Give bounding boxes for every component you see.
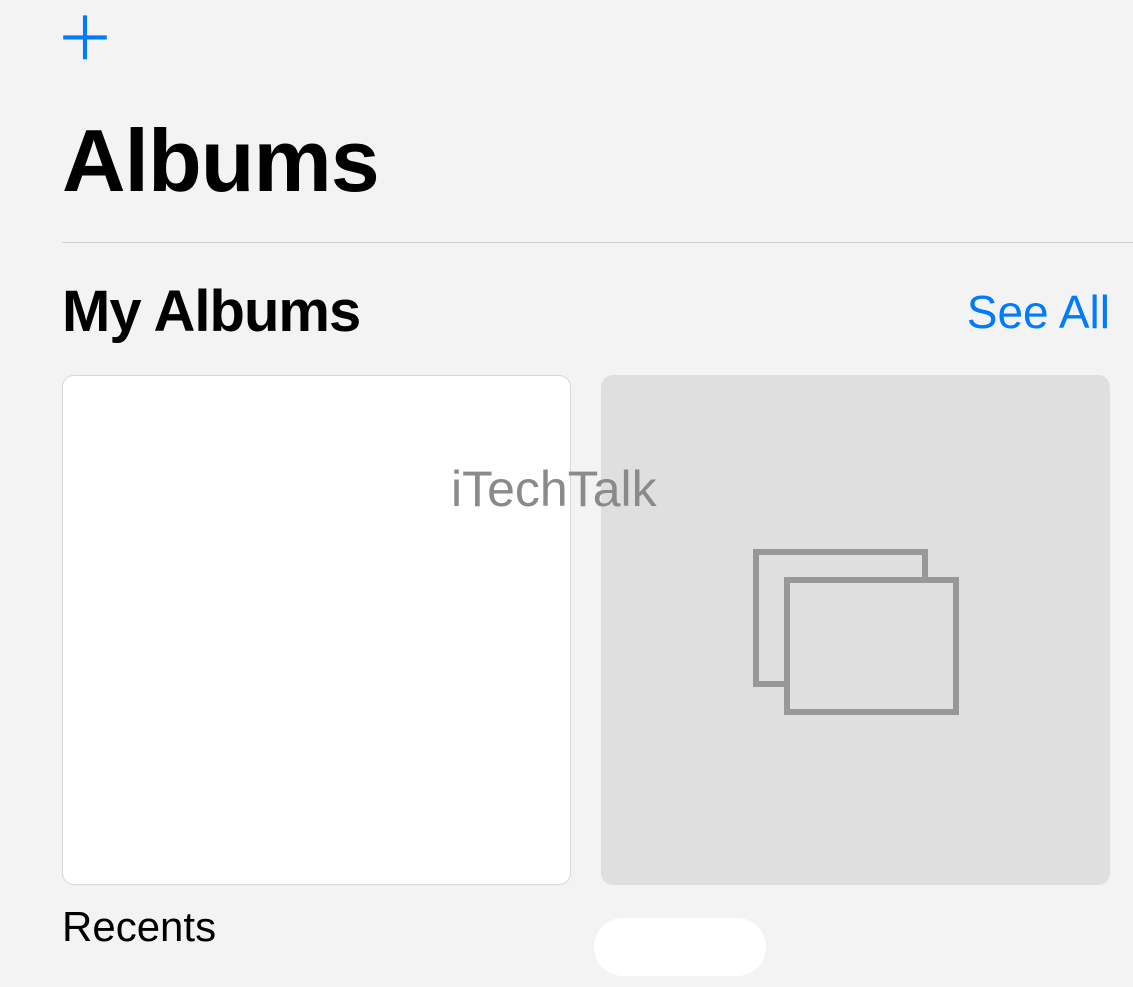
album-tile-recents[interactable] [62, 375, 571, 885]
page-title: Albums [0, 70, 1133, 242]
plus-icon: ＋ [55, 6, 115, 73]
add-album-button[interactable]: ＋ [55, 10, 115, 70]
section-title: My Albums [62, 278, 360, 345]
photo-stack-icon [753, 549, 958, 712]
stack-rect-front [784, 577, 959, 715]
albums-row [0, 375, 1133, 885]
header-toolbar: ＋ [0, 0, 1133, 70]
album-label-recents: Recents [0, 885, 1133, 951]
section-header: My Albums See All [0, 243, 1133, 375]
album-tile-empty[interactable] [601, 375, 1110, 885]
see-all-button[interactable]: See All [967, 285, 1110, 339]
redaction-overlay [594, 918, 766, 976]
